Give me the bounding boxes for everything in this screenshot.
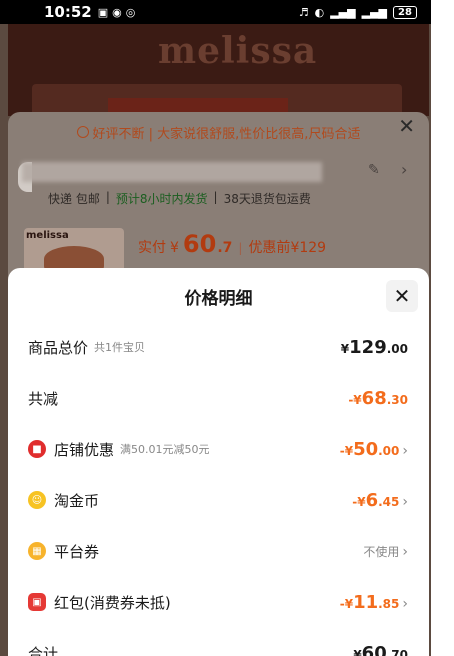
signal-icon: ▂▄▆: [330, 5, 356, 19]
edit-icon[interactable]: ✎: [368, 162, 380, 178]
paid-price: 实付 ¥ 60 .7 | 优惠前 ¥129: [138, 230, 327, 258]
price-detail-sheet: 价格明细 ✕ 商品总价 共1件宝贝 ¥129.00 共减 -¥68.30 ■ 店…: [8, 268, 429, 656]
row-total-discount: 共减 -¥68.30: [28, 387, 408, 409]
signal-icon: ▂▄▆: [361, 5, 387, 19]
brand-logo: melissa: [158, 30, 318, 72]
chevron-right-icon: ›: [402, 543, 408, 560]
amount: ¥60.70: [353, 642, 408, 656]
row-total-goods: 商品总价 共1件宝贝 ¥129.00: [28, 336, 408, 358]
notification-icon: ▣: [97, 5, 109, 19]
eye-icon: ◉: [112, 5, 122, 19]
chevron-right-icon: ›: [402, 442, 408, 459]
red-packet-icon: ▣: [28, 593, 46, 611]
amount: -¥11.85: [339, 591, 400, 613]
amount: -¥50.00: [339, 438, 400, 460]
row-platform-coupon[interactable]: ▦ 平台券 不使用 ›: [28, 536, 408, 566]
address-blurred: [22, 162, 322, 182]
row-red-packet[interactable]: ▣ 红包(消费券未抵) -¥11.85 ›: [28, 587, 408, 617]
product-banner: melissa: [8, 24, 429, 116]
row-shop-discount[interactable]: ■ 店铺优惠 满50.01元减50元 -¥50.00 ›: [28, 434, 408, 464]
product-thumbnail: melissa: [24, 228, 124, 272]
shop-icon: ■: [28, 440, 46, 458]
status-time: 10:52: [44, 3, 92, 21]
coupon-icon: ▦: [28, 542, 46, 560]
phone-screen: 10:52 ▣ ◉ ◎ ♬ ◐ ▂▄▆ ▂▄▆ 28 melissa 好评不断 …: [0, 0, 431, 656]
wifi-icon: ◐: [314, 5, 325, 19]
amount: -¥68.30: [348, 387, 408, 409]
chevron-right-icon[interactable]: ›: [401, 160, 407, 179]
coin-icon: ☺: [28, 491, 46, 509]
smile-icon: [76, 126, 89, 138]
row-grand-total: 合计 ¥60.70: [28, 638, 408, 656]
shipping-info: 快递 包邮 | 预计8小时内发货 | 38天退货包运费: [48, 190, 311, 206]
amount: -¥6.45: [352, 489, 400, 511]
status-bar: 10:52 ▣ ◉ ◎ ♬ ◐ ▂▄▆ ▂▄▆ 28: [0, 0, 431, 24]
alarm-icon: ◎: [125, 5, 136, 19]
battery-icon: 28: [393, 5, 417, 19]
amount: ¥129.00: [340, 336, 408, 358]
mute-icon: ♬: [298, 5, 309, 19]
chevron-right-icon: ›: [402, 595, 408, 612]
close-icon: ✕: [393, 284, 411, 308]
close-icon[interactable]: ✕: [398, 114, 415, 138]
chevron-right-icon: ›: [402, 493, 408, 510]
row-taojinbi[interactable]: ☺ 淘金币 -¥6.45 ›: [28, 485, 408, 515]
close-button[interactable]: ✕: [386, 280, 418, 312]
review-notice: 好评不断 | 大家说很舒服,性价比很高,尺码合适: [8, 118, 429, 146]
sheet-title: 价格明细: [184, 289, 253, 309]
